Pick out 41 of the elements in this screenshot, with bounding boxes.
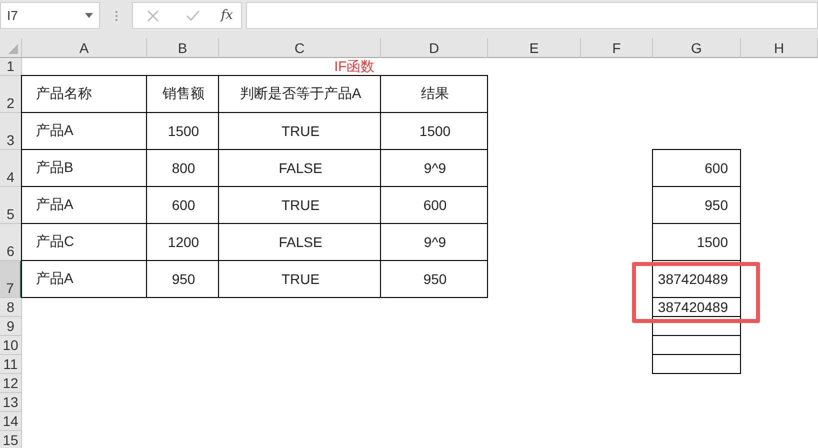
row-header[interactable]: 15 bbox=[0, 431, 22, 448]
row-header[interactable]: 5 bbox=[0, 187, 22, 224]
table-cell: 387420489 bbox=[652, 260, 741, 298]
check-icon bbox=[186, 10, 200, 22]
row-header[interactable]: 9 bbox=[0, 317, 22, 336]
table-cell: 产品A bbox=[21, 260, 147, 298]
name-box[interactable]: I7 bbox=[0, 2, 100, 29]
row-header[interactable]: 13 bbox=[0, 393, 22, 412]
grip-icon bbox=[114, 10, 118, 22]
insert-function-button[interactable]: fx bbox=[220, 8, 233, 23]
column-header[interactable]: E bbox=[488, 38, 581, 58]
table-cell: 1500 bbox=[652, 223, 741, 261]
row-header[interactable]: 8 bbox=[0, 298, 22, 317]
column-header[interactable]: B bbox=[147, 38, 219, 58]
table-cell: 产品名称 bbox=[21, 75, 147, 113]
column-header[interactable]: H bbox=[741, 38, 818, 58]
column-header[interactable]: G bbox=[653, 38, 741, 58]
table-cell: 结果 bbox=[380, 75, 488, 113]
column-header[interactable]: A bbox=[22, 38, 147, 58]
row-header[interactable]: 7 bbox=[0, 261, 22, 298]
table-cell: 600 bbox=[652, 149, 741, 187]
row-header[interactable]: 6 bbox=[0, 224, 22, 261]
column-header[interactable]: F bbox=[581, 38, 653, 58]
row-header[interactable]: 3 bbox=[0, 113, 22, 150]
close-icon bbox=[146, 10, 159, 22]
table-cell: 387420489 bbox=[652, 297, 741, 317]
select-all-icon[interactable] bbox=[8, 44, 18, 54]
row-header[interactable]: 11 bbox=[0, 355, 22, 374]
row-header[interactable]: 10 bbox=[0, 336, 22, 355]
row-header[interactable]: 4 bbox=[0, 150, 22, 187]
formula-input[interactable] bbox=[246, 2, 818, 29]
column-header[interactable]: C bbox=[219, 38, 381, 58]
table-cell: 950 bbox=[652, 186, 741, 224]
caret-icon bbox=[85, 13, 93, 18]
column-header[interactable]: D bbox=[381, 38, 488, 58]
row-header[interactable]: 1 bbox=[0, 58, 22, 76]
table-cell: 950 bbox=[380, 260, 488, 298]
row-header[interactable]: 2 bbox=[0, 76, 22, 113]
sheet-title: IF函数 bbox=[333, 58, 376, 76]
row-header[interactable]: 12 bbox=[0, 374, 22, 393]
row-header[interactable]: 14 bbox=[0, 412, 22, 431]
